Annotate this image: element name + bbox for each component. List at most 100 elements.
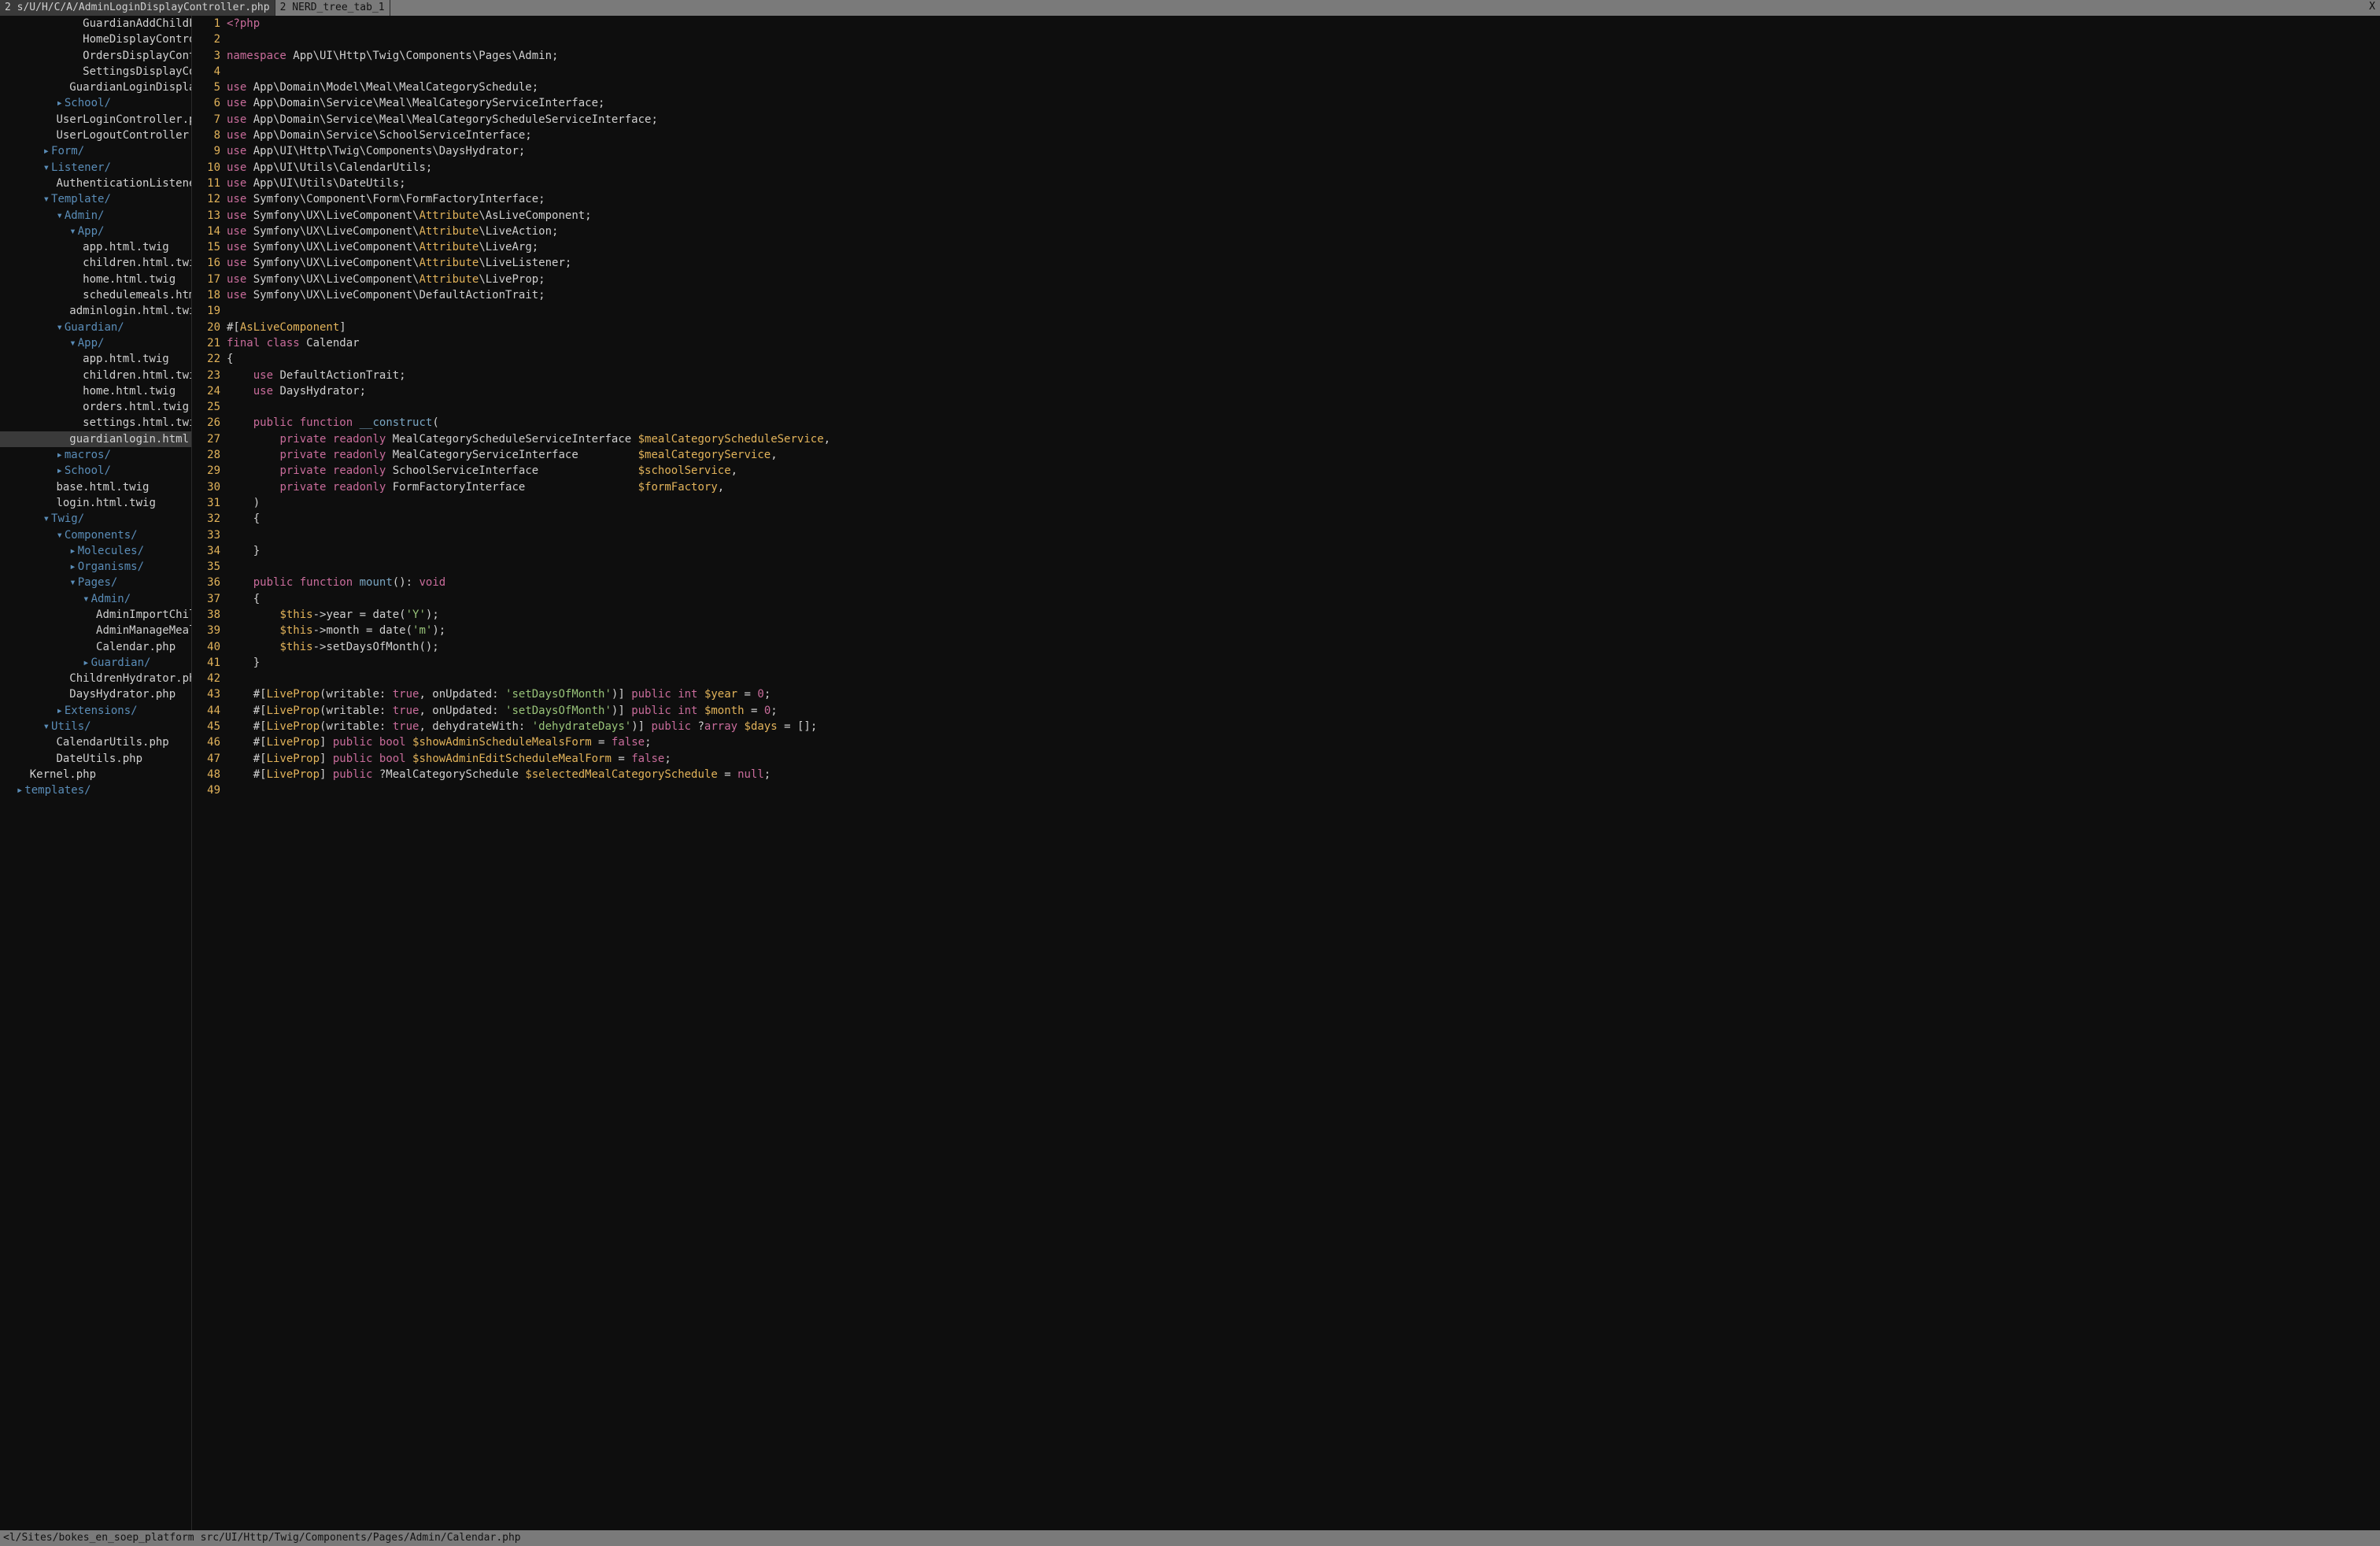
code-line[interactable]: namespace App\UI\Http\Twig\Components\Pa… (227, 48, 2380, 64)
code-line[interactable]: use Symfony\UX\LiveComponent\Attribute\L… (227, 239, 2380, 255)
code-line[interactable]: use App\UI\Http\Twig\Components\DaysHydr… (227, 143, 2380, 159)
tree-file[interactable]: home.html.twig (0, 272, 191, 287)
code-line[interactable]: use Symfony\UX\LiveComponent\Attribute\L… (227, 255, 2380, 271)
tree-file[interactable]: children.html.twi (0, 255, 191, 271)
code-line[interactable]: use Symfony\UX\LiveComponent\Attribute\L… (227, 272, 2380, 287)
code-line[interactable]: use App\Domain\Model\Meal\MealCategorySc… (227, 80, 2380, 95)
code-line[interactable]: #[LiveProp(writable: true, onUpdated: 's… (227, 686, 2380, 702)
code-line[interactable]: private readonly SchoolServiceInterface … (227, 463, 2380, 479)
code-line[interactable] (227, 782, 2380, 798)
tree-file[interactable]: base.html.twig (0, 479, 191, 495)
code-line[interactable]: { (227, 511, 2380, 527)
tree-folder[interactable]: ▸ macros/ (0, 447, 191, 463)
tree-file[interactable]: SettingsDisplayCo (0, 64, 191, 80)
code-line[interactable]: } (227, 655, 2380, 671)
code-line[interactable]: use App\Domain\Service\Meal\MealCategory… (227, 95, 2380, 111)
tree-file[interactable]: Calendar.php (0, 639, 191, 655)
tree-folder[interactable]: ▾ App/ (0, 224, 191, 239)
tree-file[interactable]: orders.html.twig (0, 399, 191, 415)
code-line[interactable]: use DaysHydrator; (227, 383, 2380, 399)
tree-folder[interactable]: ▸ School/ (0, 95, 191, 111)
tree-file[interactable]: GuardianAddChildF (0, 16, 191, 31)
code-line[interactable]: $this->setDaysOfMonth(); (227, 639, 2380, 655)
code-line[interactable]: #[LiveProp(writable: true, onUpdated: 's… (227, 703, 2380, 719)
nerdtree-panel[interactable]: GuardianAddChildF HomeDisplayContro Orde… (0, 16, 192, 1530)
tree-file[interactable]: ChildrenHydrator.ph (0, 671, 191, 686)
code-line[interactable]: use Symfony\UX\LiveComponent\Attribute\A… (227, 208, 2380, 224)
tree-file[interactable]: CalendarUtils.php (0, 734, 191, 750)
tree-file[interactable]: settings.html.twi (0, 415, 191, 431)
code-line[interactable]: #[LiveProp] public bool $showAdminEditSc… (227, 751, 2380, 767)
code-line[interactable]: private readonly MealCategoryServiceInte… (227, 447, 2380, 463)
tree-file[interactable]: adminlogin.html.twi (0, 303, 191, 319)
code-line[interactable]: use Symfony\UX\LiveComponent\Attribute\L… (227, 224, 2380, 239)
code-line[interactable]: use Symfony\UX\LiveComponent\DefaultActi… (227, 287, 2380, 303)
tree-file[interactable]: GuardianLoginDispla (0, 80, 191, 95)
tree-file[interactable]: login.html.twig (0, 495, 191, 511)
code-line[interactable] (227, 303, 2380, 319)
code-line[interactable]: public function __construct( (227, 415, 2380, 431)
tree-folder[interactable]: ▸ Guardian/ (0, 655, 191, 671)
tree-folder[interactable]: ▸ Form/ (0, 143, 191, 159)
tree-folder[interactable]: ▾ Components/ (0, 527, 191, 543)
code-line[interactable]: use App\UI\Utils\CalendarUtils; (227, 160, 2380, 176)
tree-folder[interactable]: ▸ Molecules/ (0, 543, 191, 559)
code-line[interactable]: { (227, 351, 2380, 367)
tree-file[interactable]: children.html.twi (0, 368, 191, 383)
code-line[interactable]: use App\Domain\Service\SchoolServiceInte… (227, 128, 2380, 143)
code-line[interactable]: } (227, 543, 2380, 559)
tree-file[interactable]: guardianlogin.html. (0, 431, 191, 447)
code-line[interactable]: use DefaultActionTrait; (227, 368, 2380, 383)
code-line[interactable]: $this->year = date('Y'); (227, 607, 2380, 623)
tree-folder[interactable]: ▾ Pages/ (0, 575, 191, 590)
tree-file[interactable]: HomeDisplayContro (0, 31, 191, 47)
code-line[interactable] (227, 559, 2380, 575)
tree-file[interactable]: app.html.twig (0, 239, 191, 255)
tree-folder[interactable]: ▾ Twig/ (0, 511, 191, 527)
code-line[interactable] (227, 31, 2380, 47)
tree-folder[interactable]: ▸ Extensions/ (0, 703, 191, 719)
tree-file[interactable]: UserLogoutController. (0, 128, 191, 143)
tree-folder[interactable]: ▾ Utils/ (0, 719, 191, 734)
tree-file[interactable]: AdminManageMeal (0, 623, 191, 638)
tab-inactive[interactable]: 2 s/U/H/C/A/AdminLoginDisplayController.… (0, 0, 275, 16)
code-line[interactable]: public function mount(): void (227, 575, 2380, 590)
tree-file[interactable]: OrdersDisplayCont (0, 48, 191, 64)
code-line[interactable]: private readonly FormFactoryInterface $f… (227, 479, 2380, 495)
code-line[interactable]: use App\UI\Utils\DateUtils; (227, 176, 2380, 191)
tree-file[interactable]: home.html.twig (0, 383, 191, 399)
tree-folder[interactable]: ▾ Listener/ (0, 160, 191, 176)
tree-folder[interactable]: ▾ Admin/ (0, 591, 191, 607)
code-line[interactable] (227, 399, 2380, 415)
code-line[interactable]: use Symfony\Component\Form\FormFactoryIn… (227, 191, 2380, 207)
code-line[interactable]: <?php (227, 16, 2380, 31)
code-line[interactable]: $this->month = date('m'); (227, 623, 2380, 638)
tree-file[interactable]: AuthenticationListene (0, 176, 191, 191)
tree-folder[interactable]: ▸ School/ (0, 463, 191, 479)
code-line[interactable]: private readonly MealCategoryScheduleSer… (227, 431, 2380, 447)
tree-folder[interactable]: ▾ Admin/ (0, 208, 191, 224)
code-editor[interactable]: <?php namespace App\UI\Http\Twig\Componen… (227, 16, 2380, 1530)
code-line[interactable]: final class Calendar (227, 335, 2380, 351)
code-line[interactable]: #[LiveProp(writable: true, dehydrateWith… (227, 719, 2380, 734)
tree-file[interactable]: UserLoginController.p (0, 112, 191, 128)
tree-file[interactable]: DaysHydrator.php (0, 686, 191, 702)
tree-folder[interactable]: ▸ Organisms/ (0, 559, 191, 575)
tree-folder[interactable]: ▾ Template/ (0, 191, 191, 207)
code-line[interactable]: #[LiveProp] public bool $showAdminSchedu… (227, 734, 2380, 750)
tree-file[interactable]: app.html.twig (0, 351, 191, 367)
code-line[interactable]: #[AsLiveComponent] (227, 320, 2380, 335)
code-line[interactable] (227, 527, 2380, 543)
code-line[interactable]: #[LiveProp] public ?MealCategorySchedule… (227, 767, 2380, 782)
tab-active[interactable]: 2 NERD_tree_tab_1 (275, 0, 390, 16)
tree-folder[interactable]: ▾ Guardian/ (0, 320, 191, 335)
tree-file[interactable]: AdminImportChil (0, 607, 191, 623)
tree-folder[interactable]: ▾ App/ (0, 335, 191, 351)
tree-file[interactable]: DateUtils.php (0, 751, 191, 767)
tree-file[interactable]: schedulemeals.htm (0, 287, 191, 303)
tab-close[interactable]: X (2369, 0, 2375, 15)
code-line[interactable]: ) (227, 495, 2380, 511)
tree-file[interactable]: Kernel.php (0, 767, 191, 782)
tree-folder[interactable]: ▸ templates/ (0, 782, 191, 798)
code-line[interactable] (227, 64, 2380, 80)
